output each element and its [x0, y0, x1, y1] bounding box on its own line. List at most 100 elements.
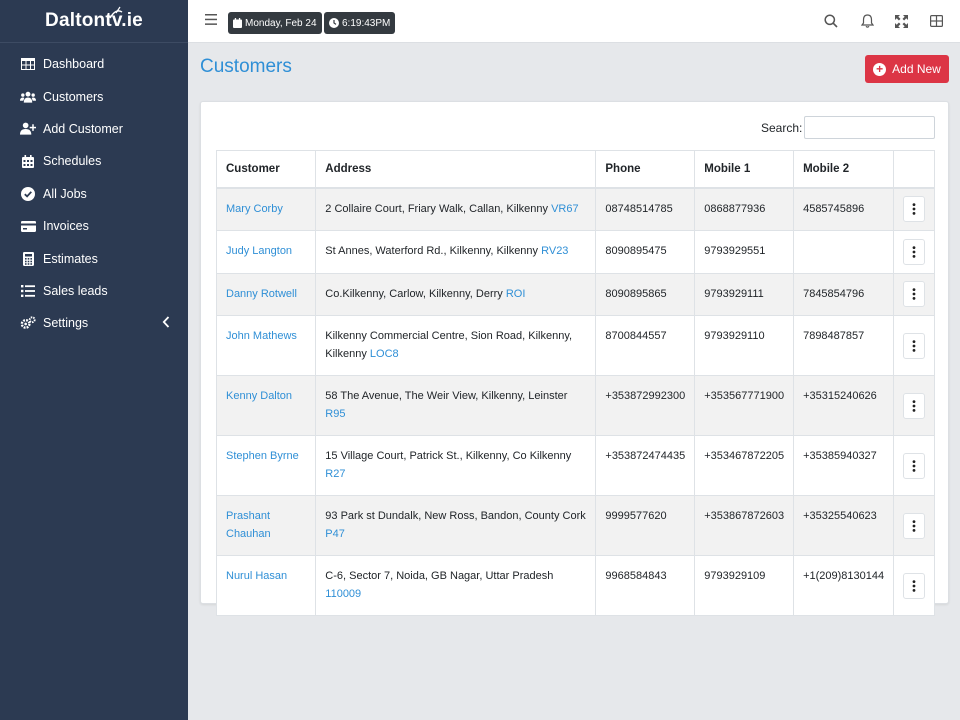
customers-table: Customer Address Phone Mobile 1 Mobile 2… — [215, 150, 935, 616]
phone-cell: 8090895865 — [595, 272, 696, 316]
address-text: Co.Kilkenny, Carlow, Kilkenny, Derry — [325, 287, 503, 300]
search-icon[interactable] — [823, 13, 839, 29]
customer-name-link[interactable]: Judy Langton — [226, 245, 292, 257]
address-code-link[interactable]: R95 — [325, 408, 345, 420]
sidebar-item-label: Customers — [43, 89, 104, 104]
sidebar-item-settings[interactable]: Settings — [0, 307, 188, 339]
col-header-mobile1[interactable]: Mobile 1 — [694, 150, 795, 189]
expand-icon[interactable] — [893, 13, 909, 29]
sidebar: Daltontv.ie Dashboard Customers Add Cust… — [0, 0, 188, 720]
phone-cell: 9999577620 — [595, 495, 696, 556]
sidebar-item-estimates[interactable]: Estimates — [0, 242, 188, 274]
plus-circle-icon: + — [873, 62, 887, 76]
row-actions-button[interactable] — [903, 281, 926, 308]
kebab-menu-icon — [912, 245, 916, 258]
phone-cell: 8700844557 — [595, 315, 696, 376]
mobile2-cell: +35315240626 — [793, 375, 895, 436]
add-new-label: Add New — [892, 62, 941, 76]
bell-icon[interactable] — [859, 13, 875, 29]
customer-name-link[interactable]: Mary Corby — [226, 203, 283, 215]
sidebar-item-schedules[interactable]: Schedules — [0, 145, 188, 177]
sidebar-item-label: All Jobs — [43, 186, 87, 201]
sidebar-item-dashboard[interactable]: Dashboard — [0, 48, 188, 80]
sidebar-nav: Dashboard Customers Add Customer Schedul… — [0, 43, 188, 340]
mobile2-cell: 7898487857 — [793, 315, 895, 376]
sidebar-item-label: Add Customer — [43, 121, 123, 136]
customer-name-link[interactable]: Prashant Chauhan — [226, 510, 271, 540]
sidebar-item-customers[interactable]: Customers — [0, 80, 188, 112]
chevron-left-icon[interactable] — [162, 316, 170, 328]
mobile1-cell: 0868877936 — [694, 187, 795, 231]
table-row: Kenny Dalton 58 The Avenue, The Weir Vie… — [215, 375, 935, 436]
address-code-link[interactable]: LOC8 — [370, 348, 399, 360]
table-row: Judy Langton St Annes, Waterford Rd., Ki… — [215, 230, 935, 274]
phone-cell: 9968584843 — [595, 555, 696, 616]
kebab-menu-icon — [912, 203, 916, 216]
sidebar-item-label: Estimates — [43, 251, 98, 266]
satellite-dish-icon — [109, 6, 123, 19]
customer-name-link[interactable]: Danny Rotwell — [226, 288, 297, 300]
address-text: 93 Park st Dundalk, New Ross, Bandon, Co… — [325, 510, 586, 522]
sidebar-item-label: Schedules — [43, 154, 102, 169]
table-row: Nurul Hasan C-6, Sector 7, Noida, GB Nag… — [215, 555, 935, 616]
col-header-actions — [893, 150, 935, 189]
col-header-address[interactable]: Address — [315, 150, 597, 189]
kebab-menu-icon — [912, 399, 916, 412]
mobile2-cell: +35325540623 — [793, 495, 895, 556]
address-code-link[interactable]: RV23 — [541, 245, 568, 257]
row-actions-button[interactable] — [903, 512, 926, 539]
customer-name-link[interactable]: Kenny Dalton — [226, 390, 292, 402]
address-code-link[interactable]: VR67 — [551, 203, 579, 215]
address-code-link[interactable]: ROI — [506, 288, 526, 300]
col-header-phone[interactable]: Phone — [595, 150, 696, 189]
kebab-menu-icon — [912, 579, 916, 592]
table-row: John Mathews Kilkenny Commercial Centre,… — [215, 315, 935, 376]
row-actions-button[interactable] — [903, 572, 926, 599]
address-text: 15 Village Court, Patrick St., Kilkenny,… — [325, 450, 572, 462]
calendar-icon — [233, 18, 242, 28]
address-code-link[interactable]: R27 — [325, 468, 345, 480]
mobile2-cell: 7845854796 — [793, 272, 895, 316]
user-plus-icon — [20, 121, 36, 137]
kebab-menu-icon — [912, 519, 916, 532]
row-actions-button[interactable] — [903, 332, 926, 359]
sidebar-item-all-jobs[interactable]: All Jobs — [0, 178, 188, 210]
address-text: C-6, Sector 7, Noida, GB Nagar, Uttar Pr… — [325, 570, 554, 582]
address-code-link[interactable]: 110009 — [325, 588, 361, 600]
sidebar-item-add-customer[interactable]: Add Customer — [0, 113, 188, 145]
add-new-button[interactable]: + Add New — [865, 55, 949, 83]
customer-name-link[interactable]: Nurul Hasan — [226, 570, 287, 582]
kebab-menu-icon — [912, 288, 916, 301]
sidebar-item-sales-leads[interactable]: Sales leads — [0, 275, 188, 307]
row-actions-button[interactable] — [903, 392, 926, 419]
customer-name-link[interactable]: John Mathews — [226, 330, 297, 342]
customer-name-link[interactable]: Stephen Byrne — [226, 450, 299, 462]
date-badge: Monday, Feb 24 — [228, 12, 322, 34]
row-actions-button[interactable] — [903, 452, 926, 479]
address-text: 58 The Avenue, The Weir View, Kilkenny, … — [325, 390, 568, 402]
col-header-mobile2[interactable]: Mobile 2 — [793, 150, 895, 189]
brand-logo[interactable]: Daltontv.ie — [0, 0, 188, 43]
col-header-customer[interactable]: Customer — [215, 150, 317, 189]
search-input[interactable] — [804, 116, 935, 139]
calendar-icon — [20, 153, 36, 169]
row-actions-button[interactable] — [903, 196, 926, 223]
hamburger-menu-icon[interactable] — [205, 14, 217, 25]
grid-icon[interactable] — [928, 13, 944, 29]
sidebar-item-label: Dashboard — [43, 57, 105, 72]
mobile1-cell: +353567771900 — [694, 375, 795, 436]
row-actions-button[interactable] — [903, 238, 926, 265]
time-badge: 6:19:43PM — [324, 12, 396, 34]
table-row: Mary Corby 2 Collaire Court, Friary Walk… — [215, 187, 935, 231]
check-circle-icon — [20, 186, 36, 202]
table-icon — [20, 56, 36, 72]
address-text: Kilkenny Commercial Centre, Sion Road, K… — [325, 330, 573, 360]
sidebar-item-invoices[interactable]: Invoices — [0, 210, 188, 242]
mobile1-cell: 9793929109 — [694, 555, 795, 616]
phone-cell: 8090895475 — [595, 230, 696, 274]
address-text: 2 Collaire Court, Friary Walk, Callan, K… — [325, 202, 548, 215]
credit-card-icon — [20, 218, 36, 234]
address-code-link[interactable]: P47 — [325, 528, 345, 540]
mobile1-cell: 9793929111 — [694, 272, 795, 316]
mobile1-cell: +353867872603 — [694, 495, 795, 556]
